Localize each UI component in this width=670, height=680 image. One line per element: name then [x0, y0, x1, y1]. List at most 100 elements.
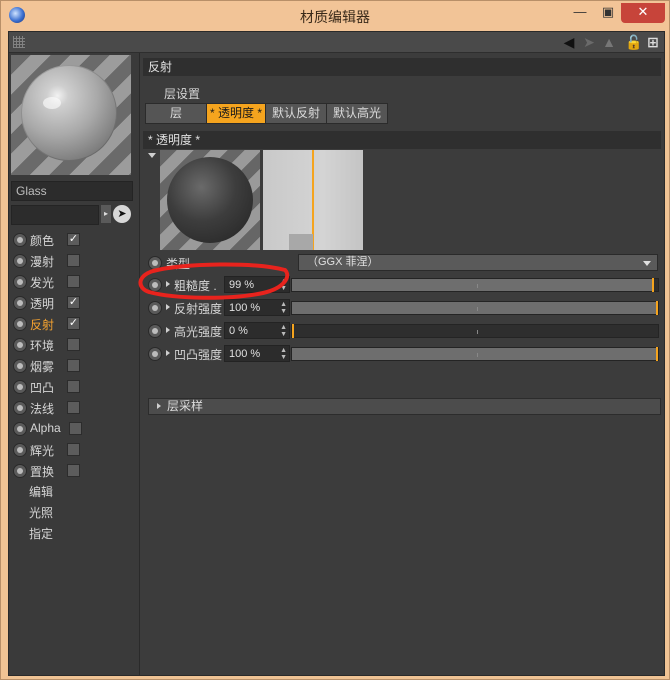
channel-anim-radio[interactable] [13, 359, 27, 373]
spinner-arrows-icon[interactable]: ▲ ▼ [280, 324, 287, 338]
channel-anim-radio[interactable] [13, 422, 27, 436]
channel-anim-radio[interactable] [13, 296, 27, 310]
channel-checkbox[interactable] [67, 401, 80, 414]
channel-checkbox[interactable]: ✓ [67, 296, 80, 309]
property-slider[interactable] [291, 347, 659, 361]
channel-anim-radio[interactable] [13, 464, 27, 478]
panel-grip-icon[interactable] [13, 36, 25, 48]
property-anim-radio[interactable] [148, 301, 162, 315]
slider-knob[interactable] [656, 347, 658, 361]
material-name-field[interactable]: Glass [11, 181, 133, 201]
channel-checkbox[interactable] [67, 380, 80, 393]
type-dropdown[interactable]: （GGX 菲涅） [298, 254, 658, 271]
channel-item[interactable]: 置换 [11, 461, 135, 481]
maximize-button[interactable]: ▣ [595, 3, 621, 23]
property-slider[interactable] [291, 301, 659, 315]
property-slider[interactable] [291, 324, 659, 338]
layer-tab[interactable]: 层 [145, 103, 207, 124]
property-value-field[interactable]: 0 % ▲ ▼ [224, 322, 290, 339]
material-editor-window: 材质编辑器 — ▣ ✕ ◀ ➤ ▲ 🔓 ⊞ Glass ▸ ➤ 颜色 ✓ 漫射 发光透… [0, 0, 670, 680]
layer-header: * 透明度 * [143, 131, 661, 149]
close-button[interactable]: ✕ [621, 3, 665, 23]
channel-anim-radio[interactable] [13, 254, 27, 268]
layer-settings-label: 层设置 [164, 87, 201, 101]
property-value-field[interactable]: 100 % ▲ ▼ [224, 345, 290, 362]
spinner-arrows-icon[interactable]: ▲ ▼ [280, 347, 287, 361]
property-anim-radio[interactable] [148, 278, 162, 292]
channel-item[interactable]: 颜色 ✓ [11, 230, 135, 250]
material-preview[interactable] [11, 55, 131, 175]
channel-label: 辉光 [30, 444, 55, 458]
title-bar[interactable]: 材质编辑器 — ▣ ✕ [1, 1, 669, 31]
channel-anim-radio[interactable] [13, 338, 27, 352]
property-expand-icon[interactable] [166, 304, 170, 310]
channel-checkbox[interactable] [69, 422, 82, 435]
property-expand-icon[interactable] [166, 281, 170, 287]
channel-anim-radio[interactable] [13, 275, 27, 289]
layer-tab[interactable]: * 透明度 * [206, 103, 266, 124]
sub-item[interactable]: 编辑 [29, 483, 53, 500]
channel-anim-radio[interactable] [13, 401, 27, 415]
layer-tab[interactable]: 默认高光 [326, 103, 388, 124]
channel-item[interactable]: 环境 [11, 335, 135, 355]
channel-item[interactable]: 法线 [11, 398, 135, 418]
new-panel-icon[interactable]: ⊞ [645, 34, 661, 50]
slider-tick [477, 307, 478, 311]
sub-item[interactable]: 指定 [29, 525, 53, 542]
channel-label: 法线 [30, 402, 55, 416]
property-anim-radio[interactable] [148, 324, 162, 338]
channel-checkbox[interactable]: ✓ [67, 317, 80, 330]
pick-cursor-icon[interactable]: ➤ [113, 205, 131, 223]
layer-tab[interactable]: 默认反射 [265, 103, 327, 124]
lock-icon[interactable]: 🔓 [625, 34, 642, 50]
forward-arrow-icon[interactable]: ➤ [581, 34, 597, 50]
type-label: 类型 [166, 257, 191, 271]
spinner-arrows-icon[interactable]: ▲ ▼ [280, 278, 287, 292]
back-arrow-icon[interactable]: ◀ [561, 34, 577, 50]
channel-checkbox[interactable]: ✓ [67, 233, 80, 246]
channel-anim-radio[interactable] [13, 317, 27, 331]
channel-checkbox[interactable] [67, 254, 80, 267]
layer-sampling-row[interactable]: 层采样 [148, 398, 661, 415]
channel-item[interactable]: 凹凸 [11, 377, 135, 397]
property-expand-icon[interactable] [166, 327, 170, 333]
channel-anim-radio[interactable] [13, 443, 27, 457]
sub-item[interactable]: 光照 [29, 504, 53, 521]
property-value-field[interactable]: 100 % ▲ ▼ [224, 299, 290, 316]
type-anim-radio[interactable] [148, 256, 162, 270]
collapse-arrow-icon[interactable] [148, 153, 156, 158]
property-value-field[interactable]: 99 % ▲ ▼ [224, 276, 290, 293]
attributes-panel: 反射 层设置 层 * 透明度 * 默认反射 默认高光 * 透明度 * 类型 （GGX … [140, 53, 664, 675]
channel-item[interactable]: 透明 ✓ [11, 293, 135, 313]
channel-item[interactable]: 烟雾 [11, 356, 135, 376]
channel-anim-radio[interactable] [13, 380, 27, 394]
property-value: 100 % [229, 302, 261, 314]
select-arrow-icon[interactable]: ▸ [101, 205, 111, 223]
slider-knob[interactable] [652, 278, 654, 292]
channel-checkbox[interactable] [67, 275, 80, 288]
channel-item[interactable]: 辉光 [11, 440, 135, 460]
channel-item[interactable]: 发光 [11, 272, 135, 292]
channel-item[interactable]: Alpha [11, 419, 135, 439]
minimize-button[interactable]: — [567, 3, 593, 23]
channel-checkbox[interactable] [67, 338, 80, 351]
channel-item[interactable]: 反射 ✓ [11, 314, 135, 334]
channel-anim-radio[interactable] [13, 233, 27, 247]
property-slider[interactable] [291, 278, 659, 292]
channel-checkbox[interactable] [67, 443, 80, 456]
property-expand-icon[interactable] [166, 350, 170, 356]
property-row: 反射强度 100 % ▲ ▼ [148, 298, 664, 318]
channel-checkbox[interactable] [67, 359, 80, 372]
slider-knob[interactable] [292, 324, 294, 338]
property-anim-radio[interactable] [148, 347, 162, 361]
property-row: 凹凸强度 100 % ▲ ▼ [148, 344, 664, 364]
slider-knob[interactable] [656, 301, 658, 315]
up-arrow-icon[interactable]: ▲ [601, 34, 617, 50]
channel-checkbox[interactable] [67, 464, 80, 477]
property-value: 100 % [229, 348, 261, 360]
channel-item[interactable]: 漫射 [11, 251, 135, 271]
left-panel: Glass ▸ ➤ 颜色 ✓ 漫射 发光 透明 ✓ 反射 ✓ 环境 烟雾 凹凸法线 Alpha 辉光置换… [9, 53, 140, 675]
spinner-arrows-icon[interactable]: ▲ ▼ [280, 301, 287, 315]
material-select-field[interactable] [11, 205, 99, 225]
channel-label: 颜色 [30, 234, 55, 248]
